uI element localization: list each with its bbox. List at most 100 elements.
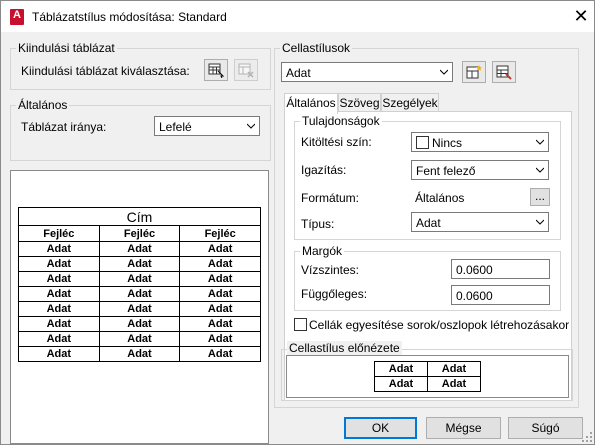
help-button[interactable]: Súgó [508, 417, 583, 439]
dialog-window: A Táblázatstílus módosítása: Standard ✕ … [0, 0, 595, 445]
cell-style-preview: Adat Adat Adat Adat [286, 355, 569, 398]
preview-data-cell: Adat [18, 316, 100, 332]
preview-data-cell: Adat [179, 316, 261, 332]
margins-group-label: Margók [300, 244, 345, 258]
chevron-down-icon [440, 69, 448, 75]
alignment-dropdown[interactable]: Fent felező [411, 160, 549, 180]
select-table-button[interactable] [204, 59, 228, 81]
cancel-button[interactable]: Mégse [426, 417, 501, 439]
table-style-preview: Cím Fejléc Fejléc Fejléc Adat Adat Adat Adat Ada… [10, 170, 269, 444]
chevron-down-icon [536, 167, 544, 173]
start-table-group-label: Kiindulási táblázat [16, 41, 117, 55]
cell-preview-table: Adat Adat Adat Adat [374, 361, 481, 392]
chevron-down-icon [536, 139, 544, 145]
preview-row: Adat Adat Adat [18, 256, 261, 272]
type-label: Típus: [301, 217, 335, 231]
preview-data-cell: Adat [98, 316, 181, 332]
cell-preview-row: Adat Adat [374, 361, 481, 377]
preview-data-cell: Adat [179, 301, 261, 317]
preview-data-cell: Adat [179, 346, 261, 362]
preview-header-cell: Fejléc [98, 225, 181, 242]
tab-borders[interactable]: Szegélyek [381, 93, 439, 112]
preview-row: Adat Adat Adat [18, 316, 261, 332]
format-label: Formátum: [301, 191, 360, 205]
select-table-icon [208, 63, 224, 78]
color-swatch-icon [416, 136, 429, 149]
dialog-title: Táblázatstílus módosítása: Standard [32, 10, 227, 24]
new-cell-style-icon [466, 65, 482, 79]
chevron-down-icon [536, 219, 544, 225]
resize-grip-icon[interactable] [582, 432, 592, 442]
properties-group-label: Tulajdonságok [300, 114, 382, 128]
alignment-value: Fent felező [416, 164, 476, 178]
preview-data-cell: Adat [179, 331, 261, 347]
preview-data-cell: Adat [98, 331, 181, 347]
preview-header-cell: Fejléc [18, 225, 100, 242]
cell-preview-cell: Adat [374, 376, 428, 392]
type-dropdown[interactable]: Adat [411, 212, 549, 232]
table-direction-label: Táblázat iránya: [21, 120, 107, 134]
preview-data-cell: Adat [18, 241, 100, 257]
vertical-margin-label: Függőleges: [301, 287, 368, 301]
preview-data-cell: Adat [179, 286, 261, 302]
merge-cells-checkbox[interactable] [294, 318, 307, 331]
cell-preview-cell: Adat [427, 361, 481, 377]
new-cell-style-button[interactable] [462, 61, 486, 83]
format-value: Általános [415, 191, 465, 205]
table-direction-value: Lefelé [159, 120, 192, 134]
preview-data-cell: Adat [18, 271, 100, 287]
type-value: Adat [416, 216, 441, 230]
preview-data-cell: Adat [98, 271, 181, 287]
merge-cells-label[interactable]: Cellák egyesítése sorok/oszlopok létreho… [309, 318, 569, 332]
preview-data-cell: Adat [18, 301, 100, 317]
fill-color-label: Kitöltési szín: [301, 135, 372, 149]
manage-cell-styles-button[interactable] [492, 61, 516, 83]
preview-table: Cím Fejléc Fejléc Fejléc Adat Adat Adat Adat Ada… [18, 207, 261, 362]
preview-row: Adat Adat Adat [18, 301, 261, 317]
preview-row: Adat Adat Adat [18, 241, 261, 257]
alignment-label: Igazítás: [301, 163, 347, 177]
preview-data-cell: Adat [98, 346, 181, 362]
manage-cell-styles-icon [496, 65, 512, 80]
cell-preview-group-label: Cellastílus előnézete [287, 341, 402, 355]
ok-button[interactable]: OK [344, 417, 417, 439]
fill-color-dropdown[interactable]: Nincs [411, 132, 549, 152]
preview-row: Adat Adat Adat [18, 271, 261, 287]
tab-text[interactable]: Szöveg [338, 93, 381, 112]
tab-general[interactable]: Általános [284, 93, 338, 114]
general-group-label: Általános [16, 98, 70, 112]
preview-data-cell: Adat [179, 271, 261, 287]
preview-title-cell: Cím [18, 207, 261, 226]
remove-table-button[interactable] [234, 59, 258, 81]
preview-data-cell: Adat [18, 346, 100, 362]
cell-preview-cell: Adat [427, 376, 481, 392]
autocad-app-icon: A [10, 9, 24, 25]
preview-data-cell: Adat [98, 256, 181, 272]
horizontal-margin-input[interactable]: 0.0600 [451, 259, 550, 279]
preview-data-cell: Adat [18, 256, 100, 272]
preview-row: Adat Adat Adat [18, 286, 261, 302]
cell-preview-row: Adat Adat [374, 376, 481, 392]
cell-styles-group-label: Cellastílusok [280, 41, 353, 55]
table-direction-dropdown[interactable]: Lefelé [154, 116, 260, 136]
fill-color-value: Nincs [432, 136, 463, 150]
preview-data-cell: Adat [179, 256, 261, 272]
preview-data-cell: Adat [18, 331, 100, 347]
format-browse-button[interactable]: ... [530, 188, 550, 206]
preview-data-cell: Adat [179, 241, 261, 257]
title-bar: A Táblázatstílus módosítása: Standard ✕ [1, 1, 594, 32]
cell-style-value: Adat [286, 66, 311, 80]
cell-preview-cell: Adat [374, 361, 428, 377]
preview-header-cell: Fejléc [179, 225, 261, 242]
chevron-down-icon [247, 123, 255, 129]
remove-table-icon [238, 63, 254, 78]
preview-data-cell: Adat [98, 301, 181, 317]
preview-data-cell: Adat [98, 286, 181, 302]
preview-data-cell: Adat [98, 241, 181, 257]
vertical-margin-input[interactable]: 0.0600 [451, 285, 550, 305]
close-icon[interactable]: ✕ [570, 4, 592, 28]
cell-style-dropdown[interactable]: Adat [281, 62, 453, 82]
select-start-table-label: Kiindulási táblázat kiválasztása: [21, 64, 190, 78]
preview-row: Adat Adat Adat [18, 331, 261, 347]
preview-row: Adat Adat Adat [18, 346, 261, 362]
